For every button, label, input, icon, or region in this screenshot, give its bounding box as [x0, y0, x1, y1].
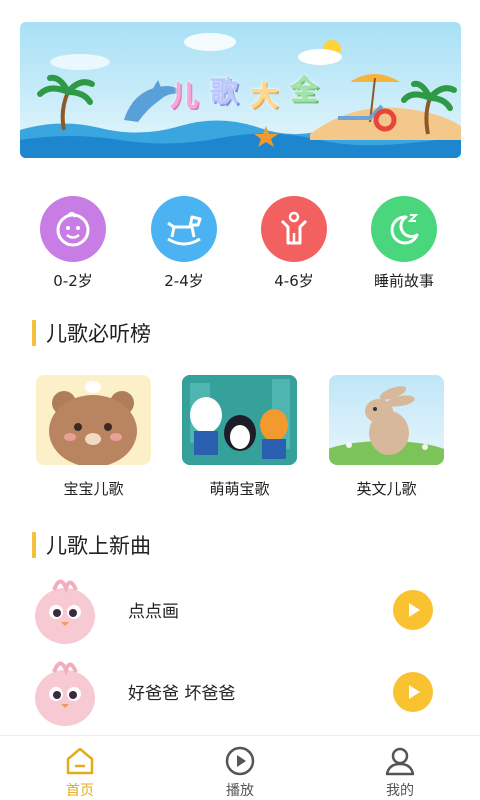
section-heading-text: 儿歌上新曲	[46, 534, 151, 558]
category-bedtime-stories[interactable]: 睡前故事	[349, 196, 459, 291]
playlist-card-cute-songs[interactable]: 萌萌宝歌	[182, 375, 297, 499]
bottom-nav: 首页 播放 我的	[0, 735, 480, 800]
nav-item-play[interactable]: 播放	[160, 736, 320, 800]
play-button[interactable]	[393, 590, 433, 630]
play-icon	[409, 685, 420, 699]
category-label: 4-6岁	[274, 272, 314, 290]
song-cover-image	[30, 570, 100, 646]
section-heading-text: 儿歌必听榜	[46, 322, 151, 346]
song-row[interactable]: 好爸爸 坏爸爸	[0, 652, 480, 732]
section-heading-must-listen: 儿歌必听榜	[32, 318, 151, 348]
category-2-4[interactable]: 2-4岁	[129, 196, 239, 291]
playlist-card-label: 宝宝儿歌	[63, 480, 124, 498]
nav-label: 播放	[226, 783, 254, 799]
bunny-image	[329, 375, 444, 465]
section-accent-bar	[32, 532, 36, 558]
moon-sleep-icon	[371, 196, 437, 262]
category-label: 0-2岁	[53, 272, 93, 290]
octonauts-image	[182, 375, 297, 465]
play-button[interactable]	[393, 672, 433, 712]
nav-item-mine[interactable]: 我的	[320, 736, 480, 800]
nav-item-home[interactable]: 首页	[0, 736, 160, 800]
song-row[interactable]: 点点画	[0, 570, 480, 650]
play-icon	[409, 603, 420, 617]
banner-title-char: 大	[250, 79, 291, 112]
play-circle-icon	[223, 744, 257, 778]
banner[interactable]: 儿歌大全	[20, 22, 461, 158]
user-icon	[383, 744, 417, 778]
playlist-card-baby-songs[interactable]: 宝宝儿歌	[36, 375, 151, 499]
song-title: 点点画	[128, 602, 179, 622]
category-4-6[interactable]: 4-6岁	[239, 196, 349, 291]
song-cover-image	[30, 652, 100, 728]
banner-title-char: 歌	[210, 75, 251, 108]
section-accent-bar	[32, 320, 36, 346]
banner-title: 儿歌大全	[170, 73, 330, 114]
child-figure-icon	[261, 196, 327, 262]
teddy-bear-image	[36, 375, 151, 465]
playlist-card-label: 萌萌宝歌	[209, 480, 270, 498]
home-icon	[63, 744, 97, 778]
rocking-horse-icon	[151, 196, 217, 262]
playlist-card-english-songs[interactable]: 英文儿歌	[329, 375, 444, 499]
baby-face-icon	[40, 196, 106, 262]
category-0-2[interactable]: 0-2岁	[18, 196, 128, 291]
category-label: 睡前故事	[373, 272, 434, 290]
playlist-card-label: 英文儿歌	[356, 480, 417, 498]
category-label: 2-4岁	[164, 272, 204, 290]
banner-title-char: 儿	[170, 79, 211, 112]
banner-title-char: 全	[290, 73, 331, 106]
nav-label: 首页	[66, 783, 94, 799]
section-heading-new-songs: 儿歌上新曲	[32, 530, 151, 560]
song-title: 好爸爸 坏爸爸	[128, 684, 236, 704]
nav-label: 我的	[386, 783, 414, 799]
